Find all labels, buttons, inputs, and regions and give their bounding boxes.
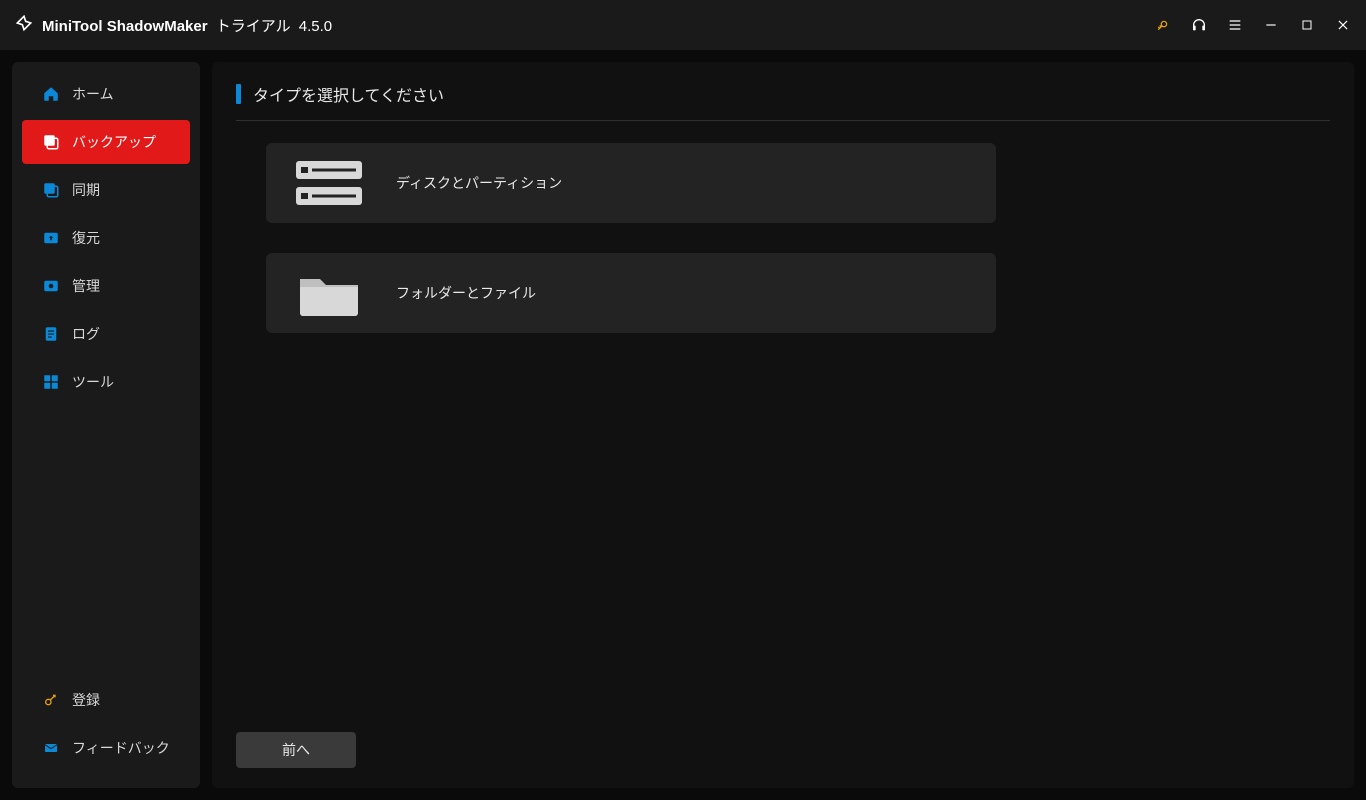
sidebar-item-label: 同期 [72, 180, 100, 200]
logo-icon [14, 13, 34, 38]
sidebar-item-label: ホーム [72, 84, 114, 104]
sidebar-item-feedback[interactable]: フィードバック [22, 726, 190, 770]
page-title: タイプを選択してください [253, 82, 444, 106]
option-label: ディスクとパーティション [396, 173, 562, 193]
option-folder-file[interactable]: フォルダーとファイル [266, 253, 996, 333]
sidebar: ホーム バックアップ 同期 復元 [12, 62, 200, 788]
titlebar: MiniTool ShadowMaker トライアル 4.5.0 [0, 0, 1366, 50]
app-logo: MiniTool ShadowMaker トライアル 4.5.0 [14, 13, 332, 38]
page-header: タイプを選択してください [236, 82, 1330, 121]
tools-icon [42, 373, 60, 391]
sidebar-item-manage[interactable]: 管理 [22, 264, 190, 308]
sidebar-item-label: 管理 [72, 276, 100, 296]
backup-icon [42, 133, 60, 151]
app-edition: トライアル [216, 18, 291, 35]
sidebar-item-register[interactable]: 登録 [22, 678, 190, 722]
prev-button[interactable]: 前へ [236, 732, 356, 768]
sidebar-item-label: ログ [72, 324, 100, 344]
footer: 前へ [236, 720, 1330, 768]
menu-icon[interactable] [1226, 16, 1244, 34]
log-icon [42, 325, 60, 343]
manage-icon [42, 277, 60, 295]
sidebar-item-label: 登録 [72, 690, 100, 710]
folder-icon [294, 265, 364, 321]
maximize-button[interactable] [1298, 16, 1316, 34]
sidebar-item-label: ツール [72, 372, 114, 392]
app-version: 4.5.0 [299, 18, 332, 35]
accent-bar [236, 84, 241, 104]
home-icon [42, 85, 60, 103]
minimize-button[interactable] [1262, 16, 1280, 34]
sidebar-item-tools[interactable]: ツール [22, 360, 190, 404]
sync-icon [42, 181, 60, 199]
app-name: MiniTool ShadowMaker トライアル 4.5.0 [42, 15, 332, 36]
headset-icon[interactable] [1190, 16, 1208, 34]
titlebar-controls [1154, 16, 1352, 34]
restore-icon [42, 229, 60, 247]
main-panel: タイプを選択してください ディスクとパーティション [212, 62, 1354, 788]
option-disk-partition[interactable]: ディスクとパーティション [266, 143, 996, 223]
sidebar-item-log[interactable]: ログ [22, 312, 190, 356]
sidebar-item-backup[interactable]: バックアップ [22, 120, 190, 164]
sidebar-item-label: 復元 [72, 228, 100, 248]
sidebar-item-label: バックアップ [72, 132, 156, 152]
register-key-icon [42, 691, 60, 709]
option-label: フォルダーとファイル [396, 283, 536, 303]
feedback-mail-icon [42, 739, 60, 757]
sidebar-item-restore[interactable]: 復元 [22, 216, 190, 260]
key-icon[interactable] [1154, 16, 1172, 34]
close-button[interactable] [1334, 16, 1352, 34]
sidebar-item-home[interactable]: ホーム [22, 72, 190, 116]
disk-partition-icon [294, 155, 364, 211]
sidebar-item-label: フィードバック [72, 738, 170, 758]
sidebar-item-sync[interactable]: 同期 [22, 168, 190, 212]
app-name-text: MiniTool ShadowMaker [42, 18, 208, 35]
